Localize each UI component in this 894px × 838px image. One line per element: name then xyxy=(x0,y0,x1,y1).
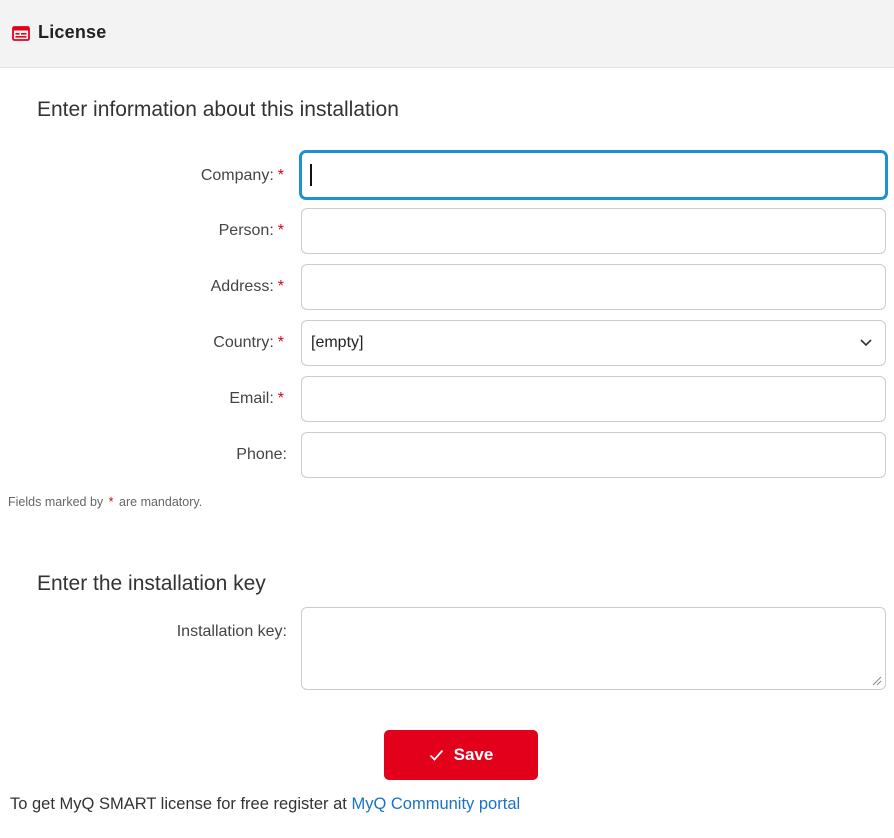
phone-input[interactable] xyxy=(301,432,886,478)
email-input[interactable] xyxy=(301,376,886,422)
community-portal-link[interactable]: MyQ Community portal xyxy=(351,795,520,813)
person-label: Person: * xyxy=(218,222,284,239)
mandatory-note: Fields marked by * are mandatory. xyxy=(8,495,203,509)
company-input[interactable] xyxy=(299,150,888,200)
required-marker: * xyxy=(277,278,284,295)
country-label: Country: * xyxy=(213,334,284,351)
required-marker: * xyxy=(277,222,284,239)
person-input[interactable] xyxy=(301,208,886,254)
address-label: Address: * xyxy=(210,278,284,295)
resize-handle-icon[interactable] xyxy=(871,675,882,686)
license-card-icon xyxy=(12,26,30,41)
email-label: Email: * xyxy=(229,390,284,407)
installation-key-title: Enter the installation key xyxy=(37,572,266,595)
required-marker: * xyxy=(277,167,284,184)
save-button-label: Save xyxy=(453,745,494,764)
footer-text: To get MyQ SMART license for free regist… xyxy=(10,795,521,813)
text-caret xyxy=(310,164,312,186)
required-marker: * xyxy=(108,495,114,509)
country-select[interactable]: [empty] xyxy=(301,320,886,366)
page-title: License xyxy=(38,22,107,42)
company-label: Company: * xyxy=(200,167,284,184)
country-select-value: [empty] xyxy=(311,334,364,351)
required-marker: * xyxy=(277,390,284,407)
chevron-down-icon xyxy=(860,339,872,347)
check-icon xyxy=(429,749,443,761)
phone-label: Phone: xyxy=(236,446,287,463)
installation-key-textarea[interactable] xyxy=(301,607,886,690)
installation-info-title: Enter information about this installatio… xyxy=(37,98,399,121)
required-marker: * xyxy=(277,334,284,351)
save-button[interactable]: Save xyxy=(384,730,538,780)
installation-key-label: Installation key: xyxy=(176,623,287,640)
license-header: License xyxy=(0,0,894,68)
address-input[interactable] xyxy=(301,264,886,310)
